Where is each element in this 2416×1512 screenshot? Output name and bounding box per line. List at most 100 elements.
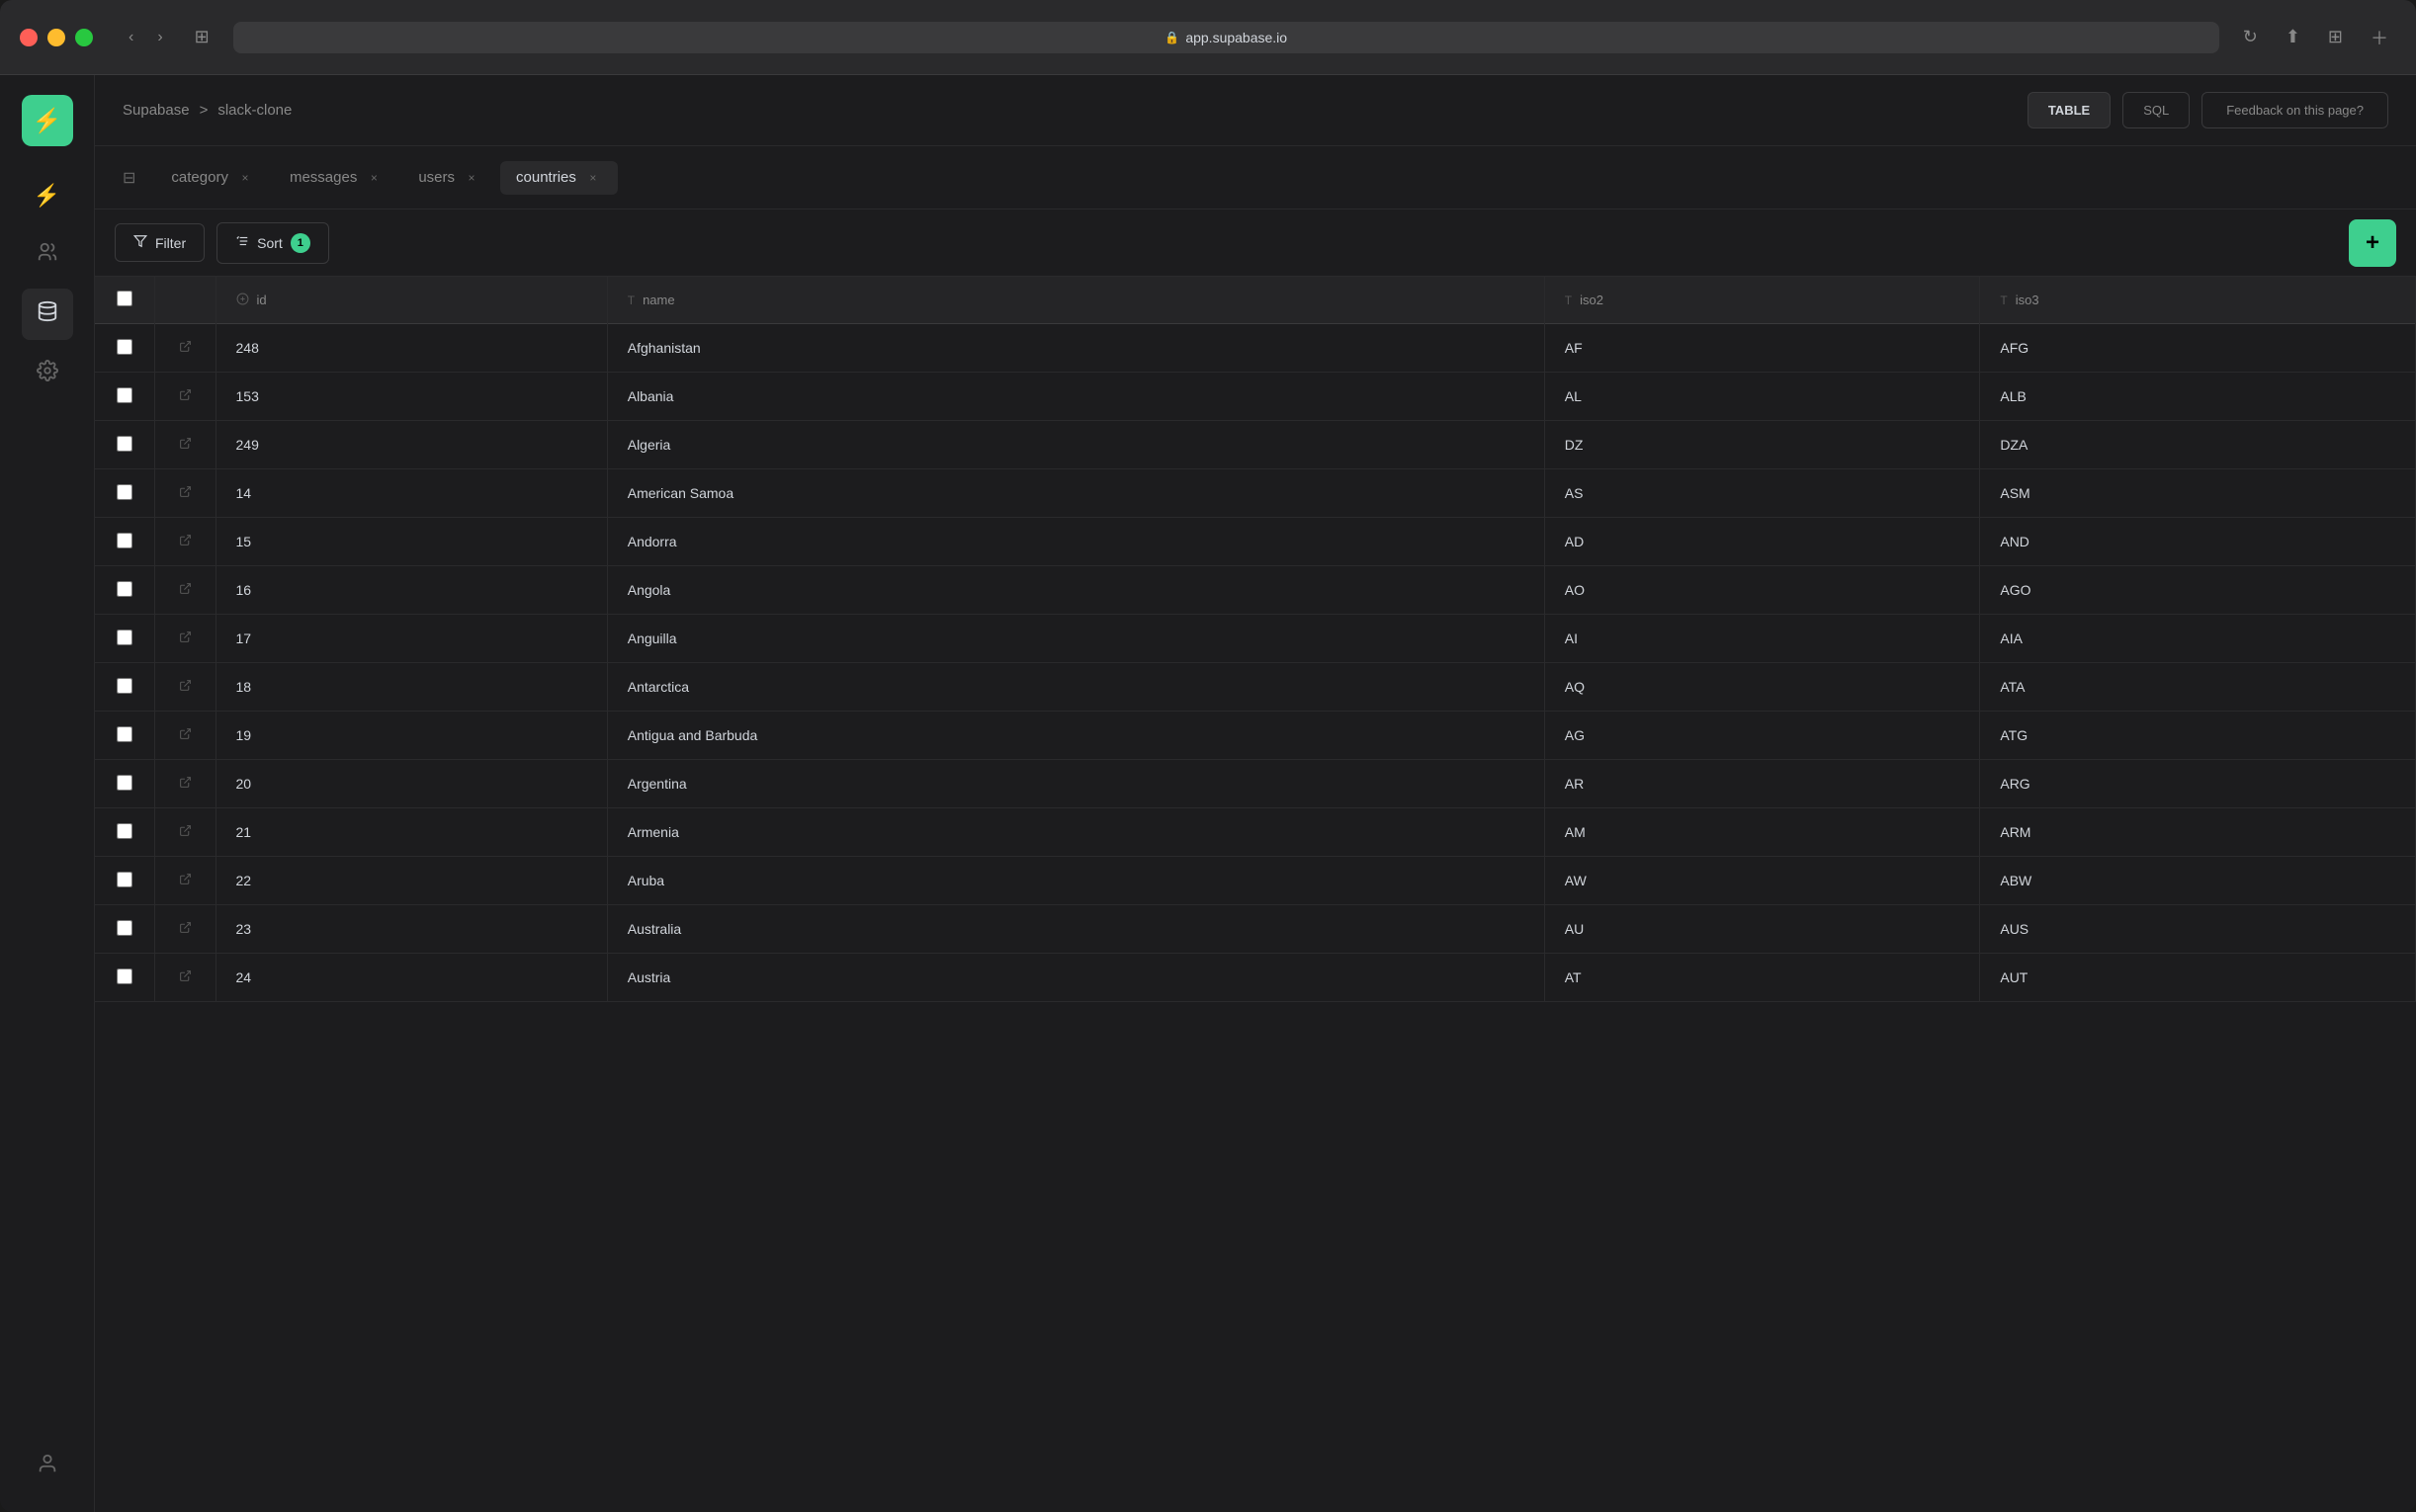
settings-icon	[37, 360, 58, 387]
cell-name-5: Angola	[607, 566, 1544, 615]
cell-checkbox-5	[95, 566, 154, 615]
back-button[interactable]: ‹	[121, 25, 141, 50]
sidebar-toggle-button[interactable]: ⊞	[187, 23, 217, 51]
tab-messages-close[interactable]: ×	[365, 169, 383, 187]
cell-iso3-5: AGO	[1980, 566, 2416, 615]
lock-icon: 🔒	[1165, 31, 1179, 44]
cell-expand-13	[154, 954, 216, 1002]
cell-iso3-12: AUS	[1980, 905, 2416, 954]
forward-button[interactable]: ›	[149, 25, 170, 50]
cell-name-1: Albania	[607, 373, 1544, 421]
cell-id-1: 153	[216, 373, 607, 421]
new-tab-button[interactable]: ⊞	[2320, 23, 2351, 51]
sidebar-item-settings[interactable]	[22, 348, 73, 399]
sidebar-item-users[interactable]	[22, 229, 73, 281]
tab-messages[interactable]: messages ×	[274, 161, 398, 195]
row-checkbox-1[interactable]	[117, 387, 132, 403]
cell-id-3: 14	[216, 469, 607, 518]
cell-checkbox-13	[95, 954, 154, 1002]
filter-button[interactable]: Filter	[115, 223, 205, 262]
minimize-button[interactable]	[47, 29, 65, 46]
row-checkbox-0[interactable]	[117, 339, 132, 355]
row-expand-button-2[interactable]	[175, 435, 196, 455]
row-expand-button-3[interactable]	[175, 483, 196, 503]
breadcrumb: Supabase > slack-clone	[123, 102, 292, 119]
row-expand-button-9[interactable]	[175, 774, 196, 794]
tab-users-label: users	[418, 169, 455, 186]
cell-iso2-9: AR	[1544, 760, 1980, 808]
feedback-button[interactable]: Feedback on this page?	[2201, 92, 2388, 128]
add-button[interactable]: ＋	[2363, 21, 2396, 54]
sort-button[interactable]: Sort 1	[216, 222, 329, 264]
sidebar-item-flash[interactable]: ⚡	[22, 170, 73, 221]
add-row-button[interactable]: +	[2349, 219, 2396, 267]
row-checkbox-7[interactable]	[117, 678, 132, 694]
row-expand-button-8[interactable]	[175, 725, 196, 745]
tab-category[interactable]: category ×	[155, 161, 270, 195]
table-row: 24 Austria AT AUT	[95, 954, 2416, 1002]
tab-users[interactable]: users ×	[402, 161, 496, 195]
titlebar: ‹ › ⊞ 🔒 app.supabase.io ↻ ⬆ ⊞ ＋	[0, 0, 2416, 75]
row-expand-button-12[interactable]	[175, 919, 196, 939]
th-name: T name	[607, 277, 1544, 324]
toolbar-left: Filter Sort 1	[115, 222, 329, 264]
table-container[interactable]: id T name T	[95, 277, 2416, 1512]
tab-messages-label: messages	[290, 169, 357, 186]
cell-iso2-8: AG	[1544, 712, 1980, 760]
refresh-button[interactable]: ↻	[2235, 23, 2266, 51]
table-row: 18 Antarctica AQ ATA	[95, 663, 2416, 712]
tab-users-close[interactable]: ×	[463, 169, 480, 187]
select-all-checkbox[interactable]	[117, 291, 132, 306]
logo-icon: ⚡	[33, 107, 62, 135]
sidebar-collapse-button[interactable]: ⊟	[115, 164, 143, 192]
row-expand-button-13[interactable]	[175, 967, 196, 987]
row-expand-button-4[interactable]	[175, 532, 196, 551]
tab-countries-close[interactable]: ×	[584, 169, 602, 187]
sidebar-item-database[interactable]	[22, 289, 73, 340]
url-bar[interactable]: 🔒 app.supabase.io	[233, 22, 2219, 53]
sql-button[interactable]: SQL	[2122, 92, 2190, 128]
cell-expand-1	[154, 373, 216, 421]
cell-name-11: Aruba	[607, 857, 1544, 905]
cell-name-2: Algeria	[607, 421, 1544, 469]
row-expand-button-10[interactable]	[175, 822, 196, 842]
cell-iso3-8: ATG	[1980, 712, 2416, 760]
row-checkbox-13[interactable]	[117, 968, 132, 984]
row-checkbox-12[interactable]	[117, 920, 132, 936]
th-iso3-label: iso3	[2016, 293, 2039, 307]
logo[interactable]: ⚡	[22, 95, 73, 146]
data-table: id T name T	[95, 277, 2416, 1002]
share-button[interactable]: ⬆	[2278, 23, 2308, 51]
cell-name-7: Antarctica	[607, 663, 1544, 712]
row-expand-button-11[interactable]	[175, 871, 196, 890]
row-checkbox-10[interactable]	[117, 823, 132, 839]
tab-countries[interactable]: countries ×	[500, 161, 618, 195]
cell-iso3-2: DZA	[1980, 421, 2416, 469]
row-expand-button-7[interactable]	[175, 677, 196, 697]
row-checkbox-9[interactable]	[117, 775, 132, 791]
cell-expand-2	[154, 421, 216, 469]
row-checkbox-2[interactable]	[117, 436, 132, 452]
close-button[interactable]	[20, 29, 38, 46]
tab-category-close[interactable]: ×	[236, 169, 254, 187]
row-expand-button-1[interactable]	[175, 386, 196, 406]
row-checkbox-8[interactable]	[117, 726, 132, 742]
row-expand-button-0[interactable]	[175, 338, 196, 358]
fullscreen-button[interactable]	[75, 29, 93, 46]
row-checkbox-6[interactable]	[117, 630, 132, 645]
table-row: 23 Australia AU AUS	[95, 905, 2416, 954]
row-checkbox-11[interactable]	[117, 872, 132, 887]
cell-iso3-3: ASM	[1980, 469, 2416, 518]
row-expand-button-5[interactable]	[175, 580, 196, 600]
table-view-button[interactable]: TABLE	[2028, 92, 2111, 128]
sidebar-item-profile[interactable]	[22, 1441, 73, 1492]
row-checkbox-3[interactable]	[117, 484, 132, 500]
row-checkbox-4[interactable]	[117, 533, 132, 548]
cell-name-3: American Samoa	[607, 469, 1544, 518]
cell-checkbox-12	[95, 905, 154, 954]
cell-iso3-0: AFG	[1980, 324, 2416, 373]
row-checkbox-5[interactable]	[117, 581, 132, 597]
row-expand-button-6[interactable]	[175, 629, 196, 648]
sort-icon	[235, 234, 249, 251]
cell-expand-5	[154, 566, 216, 615]
